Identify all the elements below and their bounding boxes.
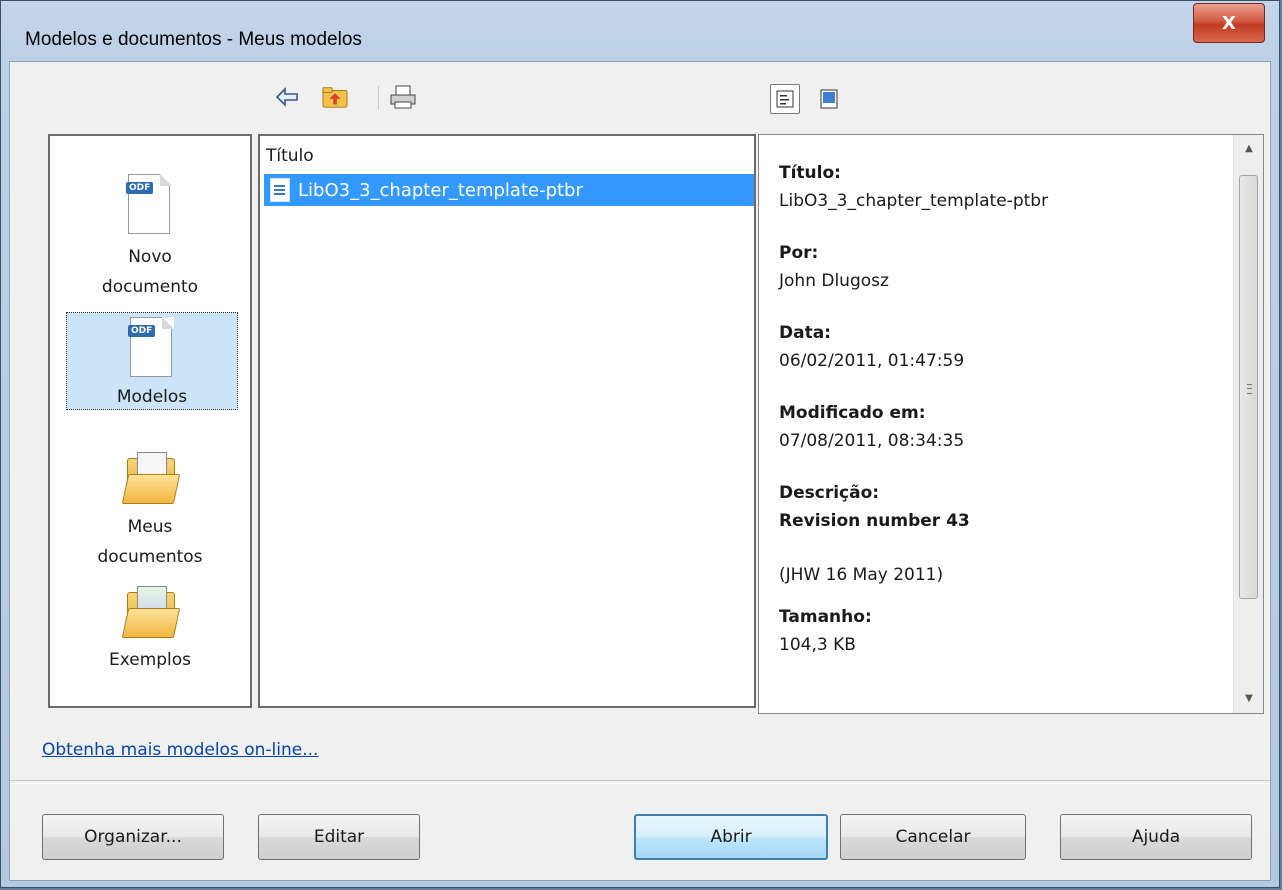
folder-up-icon[interactable] bbox=[322, 84, 348, 110]
info-size-value: 104,3 KB bbox=[779, 635, 856, 655]
odf-document-icon: ODF bbox=[126, 174, 172, 236]
template-list-panel: Título LibO3_3_chapter_template-ptbr bbox=[258, 134, 756, 708]
toolbar-separator bbox=[378, 86, 379, 110]
info-title-value: LibO3_3_chapter_template-ptbr bbox=[779, 191, 1049, 211]
scroll-up-icon[interactable]: ▲ bbox=[1234, 137, 1264, 161]
odf-template-icon: ODF bbox=[128, 317, 174, 379]
info-modified-label: Modificado em: bbox=[779, 403, 926, 423]
preview-view-icon bbox=[820, 89, 838, 109]
close-button[interactable]: X bbox=[1193, 3, 1265, 43]
document-view-icon bbox=[776, 90, 794, 108]
cancel-button[interactable]: Cancelar bbox=[840, 814, 1026, 860]
column-header-title[interactable]: Título bbox=[266, 146, 314, 166]
nav-item-my-documents[interactable]: Meus documentos bbox=[50, 452, 250, 572]
document-view-button[interactable] bbox=[770, 84, 800, 114]
edit-button[interactable]: Editar bbox=[258, 814, 420, 860]
info-title-label: Título: bbox=[779, 163, 841, 183]
nav-item-label: Modelos bbox=[116, 387, 188, 407]
scroll-thumb[interactable] bbox=[1239, 175, 1258, 599]
list-item-name: LibO3_3_chapter_template-ptbr bbox=[298, 179, 583, 201]
window-title: Modelos e documentos - Meus modelos bbox=[25, 29, 362, 50]
back-arrow-icon[interactable] bbox=[274, 84, 300, 110]
info-author-value: John Dlugosz bbox=[779, 271, 889, 291]
dialog-client-area: ODF Novo documento ODF Modelos Meus docu… bbox=[9, 61, 1271, 881]
info-scrollbar[interactable]: ▲ ▼ bbox=[1233, 135, 1263, 713]
nav-item-examples[interactable]: Exemplos bbox=[50, 586, 250, 674]
info-modified-value: 07/08/2011, 08:34:35 bbox=[779, 431, 965, 451]
document-file-icon bbox=[270, 178, 290, 202]
folder-icon bbox=[121, 586, 181, 638]
info-date-label: Data: bbox=[779, 323, 831, 343]
help-button[interactable]: Ajuda bbox=[1060, 814, 1252, 860]
title-bar[interactable]: Modelos e documentos - Meus modelos X bbox=[1, 1, 1279, 61]
list-item[interactable]: LibO3_3_chapter_template-ptbr bbox=[264, 174, 754, 206]
document-info-panel: Título: LibO3_3_chapter_template-ptbr Po… bbox=[758, 134, 1264, 714]
nav-item-label: Meus documentos bbox=[97, 517, 203, 567]
info-description-label: Descrição: bbox=[779, 483, 880, 503]
nav-item-templates[interactable]: ODF Modelos bbox=[66, 312, 238, 410]
print-icon[interactable] bbox=[390, 84, 416, 110]
info-author-label: Por: bbox=[779, 243, 819, 263]
info-description-line2: (JHW 16 May 2011) bbox=[779, 565, 944, 585]
organize-button[interactable]: Organizar... bbox=[42, 814, 224, 860]
info-content: Título: LibO3_3_chapter_template-ptbr Po… bbox=[779, 159, 1048, 683]
open-button[interactable]: Abrir bbox=[634, 814, 828, 860]
info-date-value: 06/02/2011, 01:47:59 bbox=[779, 351, 965, 371]
get-more-templates-link[interactable]: Obtenha mais modelos on-line... bbox=[42, 740, 318, 760]
info-description-line1: Revision number 43 bbox=[779, 511, 970, 531]
nav-item-label: Exemplos bbox=[108, 650, 192, 670]
info-size-label: Tamanho: bbox=[779, 607, 872, 627]
separator bbox=[10, 780, 1270, 784]
dialog-window: Modelos e documentos - Meus modelos X OD… bbox=[0, 0, 1280, 888]
nav-item-new-document[interactable]: ODF Novo documento bbox=[50, 174, 250, 302]
navigation-panel: ODF Novo documento ODF Modelos Meus docu… bbox=[48, 134, 252, 708]
scroll-down-icon[interactable]: ▼ bbox=[1234, 687, 1264, 711]
folder-icon bbox=[121, 452, 181, 504]
preview-view-button[interactable] bbox=[814, 84, 844, 114]
close-icon: X bbox=[1222, 12, 1236, 34]
nav-item-label: Novo documento bbox=[101, 247, 199, 297]
